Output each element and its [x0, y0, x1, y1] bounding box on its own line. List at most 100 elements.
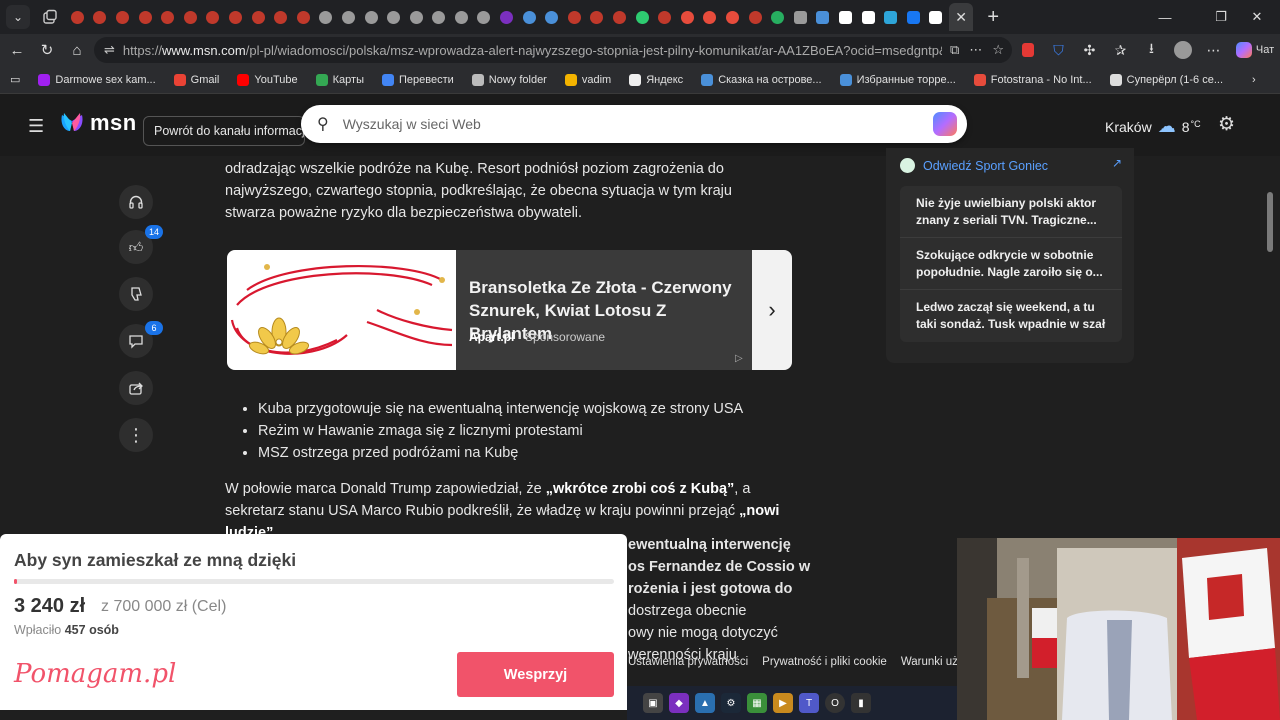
- bookmark-item[interactable]: vadim: [556, 66, 620, 94]
- close-window-icon[interactable]: ✕: [1234, 0, 1280, 34]
- settings-gear-icon[interactable]: ⚙: [1218, 113, 1235, 136]
- tab-favicon-icon[interactable]: [156, 0, 179, 34]
- tab-favicon-icon[interactable]: [428, 0, 451, 34]
- tab-favicon-icon[interactable]: [450, 0, 473, 34]
- tab-favicon-icon[interactable]: [834, 0, 857, 34]
- bookmark-item[interactable]: Перевести: [373, 66, 463, 94]
- taskbar-game-icon[interactable]: ▦: [747, 693, 767, 713]
- taskbar-app-icon[interactable]: ▣: [643, 693, 663, 713]
- external-link-icon[interactable]: ↗: [1112, 156, 1122, 170]
- bookmark-item[interactable]: YouTube: [228, 66, 306, 94]
- rail-news-item[interactable]: Ledwo zaczął się weekend, a tu taki sond…: [900, 290, 1122, 342]
- tab-favicon-icon[interactable]: [925, 0, 948, 34]
- tab-favicon-icon[interactable]: [676, 0, 699, 34]
- back-to-feed-button[interactable]: Powrót do kanału informacji: [143, 116, 305, 146]
- bookmark-item[interactable]: Яндекс: [620, 66, 692, 94]
- rail-header[interactable]: Odwiedź Sport Goniec: [923, 159, 1048, 173]
- more-options-icon[interactable]: ⋮: [119, 418, 153, 452]
- tab-favicon-icon[interactable]: [902, 0, 925, 34]
- pomagam-logo[interactable]: Pomagam.pl: [14, 659, 176, 689]
- tab-favicon-icon[interactable]: [89, 0, 112, 34]
- tab-favicon-icon[interactable]: [653, 0, 676, 34]
- page-scrollbar[interactable]: [1267, 192, 1273, 252]
- favorite-star-icon[interactable]: ☆: [992, 42, 1004, 58]
- tab-favicon-icon[interactable]: [879, 0, 902, 34]
- active-tab-close-button[interactable]: ✕: [949, 3, 974, 31]
- support-button[interactable]: Wesprzyj: [457, 652, 614, 697]
- weather-widget[interactable]: Kraków ☁ 8 °C: [1105, 116, 1201, 137]
- tab-favicon-icon[interactable]: [382, 0, 405, 34]
- tab-favicon-icon[interactable]: [405, 0, 428, 34]
- copilot-page-icon[interactable]: ⧉: [950, 42, 959, 58]
- tab-favicon-icon[interactable]: [495, 0, 518, 34]
- tab-favicon-icon[interactable]: [608, 0, 631, 34]
- tab-favicon-icon[interactable]: [224, 0, 247, 34]
- new-tab-button[interactable]: +: [979, 3, 1007, 31]
- taskbar-app-icon[interactable]: ▮: [851, 693, 871, 713]
- tab-favicon-icon[interactable]: [360, 0, 383, 34]
- bookmark-item[interactable]: Nowy folder: [463, 66, 556, 94]
- tab-favicon-icon[interactable]: [812, 0, 835, 34]
- msn-logo[interactable]: msn: [58, 109, 137, 137]
- refresh-icon[interactable]: ↻: [32, 35, 62, 65]
- tab-favicon-icon[interactable]: [179, 0, 202, 34]
- hamburger-menu-icon[interactable]: ☰: [28, 116, 44, 137]
- rail-news-item[interactable]: Szokujące odkrycie w sobotnie popołudnie…: [900, 238, 1122, 290]
- tab-favicon-icon[interactable]: [111, 0, 134, 34]
- taskbar-steam-icon[interactable]: ⚙: [721, 693, 741, 713]
- tab-actions-chevron-icon[interactable]: ⌄: [6, 5, 30, 29]
- tab-favicon-icon[interactable]: [473, 0, 496, 34]
- copilot-chat-button[interactable]: Чат: [1229, 34, 1280, 66]
- sport-goniec-link[interactable]: Odwiedź Sport Goniec: [900, 158, 1048, 173]
- tab-favicon-icon[interactable]: [586, 0, 609, 34]
- rail-news-item[interactable]: Nie żyje uwielbiany polski aktor znany z…: [900, 186, 1122, 238]
- bookmarks-more-icon[interactable]: ›: [1243, 66, 1265, 94]
- tab-favicon-icon[interactable]: [721, 0, 744, 34]
- taskbar-teams-icon[interactable]: T: [799, 693, 819, 713]
- listen-headphones-icon[interactable]: [119, 185, 153, 219]
- bookmarks-menu-icon[interactable]: ▭: [0, 66, 29, 94]
- settings-menu-icon[interactable]: ⋯: [1198, 34, 1229, 66]
- tab-favicon-icon[interactable]: [315, 0, 338, 34]
- site-info-icon[interactable]: ⇌: [104, 42, 115, 58]
- more-in-address-icon[interactable]: ⋯: [969, 42, 982, 58]
- bookmark-item[interactable]: Карты: [307, 66, 373, 94]
- tab-favicon-icon[interactable]: [766, 0, 789, 34]
- ad-next-chevron-icon[interactable]: ›: [752, 250, 792, 370]
- tab-favicon-icon[interactable]: [744, 0, 767, 34]
- taskbar-media-icon[interactable]: ▶: [773, 693, 793, 713]
- footer-link[interactable]: Ustawienia prywatności: [628, 656, 748, 678]
- taskbar-photos-icon[interactable]: ▲: [695, 693, 715, 713]
- tab-favicon-icon[interactable]: [789, 0, 812, 34]
- extension-red-icon[interactable]: [1012, 34, 1043, 66]
- home-icon[interactable]: ⌂: [62, 35, 92, 65]
- minimize-icon[interactable]: —: [1142, 0, 1188, 34]
- address-bar[interactable]: ⇌ https://www.msn.com/pl-pl/wiadomosci/p…: [94, 37, 1012, 63]
- favorites-icon[interactable]: ✰: [1105, 34, 1136, 66]
- tab-favicon-icon[interactable]: [631, 0, 654, 34]
- bookmark-item[interactable]: Darmowe sex kam...: [29, 66, 164, 94]
- workspaces-icon[interactable]: [38, 5, 62, 29]
- taskbar-opera-icon[interactable]: O: [825, 693, 845, 713]
- bookmark-item[interactable]: Сказка на острове...: [692, 66, 830, 94]
- share-icon[interactable]: [119, 371, 153, 405]
- tab-favicon-icon[interactable]: [247, 0, 270, 34]
- search-box[interactable]: ⚲ Wyszukaj w sieci Web: [301, 105, 967, 143]
- tab-favicon-icon[interactable]: [857, 0, 880, 34]
- tab-favicon-icon[interactable]: [540, 0, 563, 34]
- bookmark-item[interactable]: Суперёрл (1-6 се...: [1101, 66, 1232, 94]
- search-input[interactable]: Wyszukaj w sieci Web: [343, 116, 481, 132]
- dislike-thumbs-down-icon[interactable]: [119, 277, 153, 311]
- bookmark-item[interactable]: Gmail: [165, 66, 229, 94]
- bookmark-item[interactable]: Fotostrana - No Int...: [965, 66, 1101, 94]
- adchoices-icon[interactable]: ▷: [735, 353, 743, 364]
- fundraiser-title[interactable]: Aby syn zamieszkał ze mną dzięki: [14, 550, 296, 571]
- tab-favicon-icon[interactable]: [518, 0, 541, 34]
- tab-favicon-icon[interactable]: [292, 0, 315, 34]
- profile-avatar[interactable]: [1167, 34, 1198, 66]
- back-icon[interactable]: ←: [2, 35, 32, 65]
- footer-link[interactable]: Warunki uży: [901, 656, 964, 678]
- extensions-icon[interactable]: ✣: [1074, 34, 1105, 66]
- tab-favicon-icon[interactable]: [66, 0, 89, 34]
- tab-favicon-icon[interactable]: [202, 0, 225, 34]
